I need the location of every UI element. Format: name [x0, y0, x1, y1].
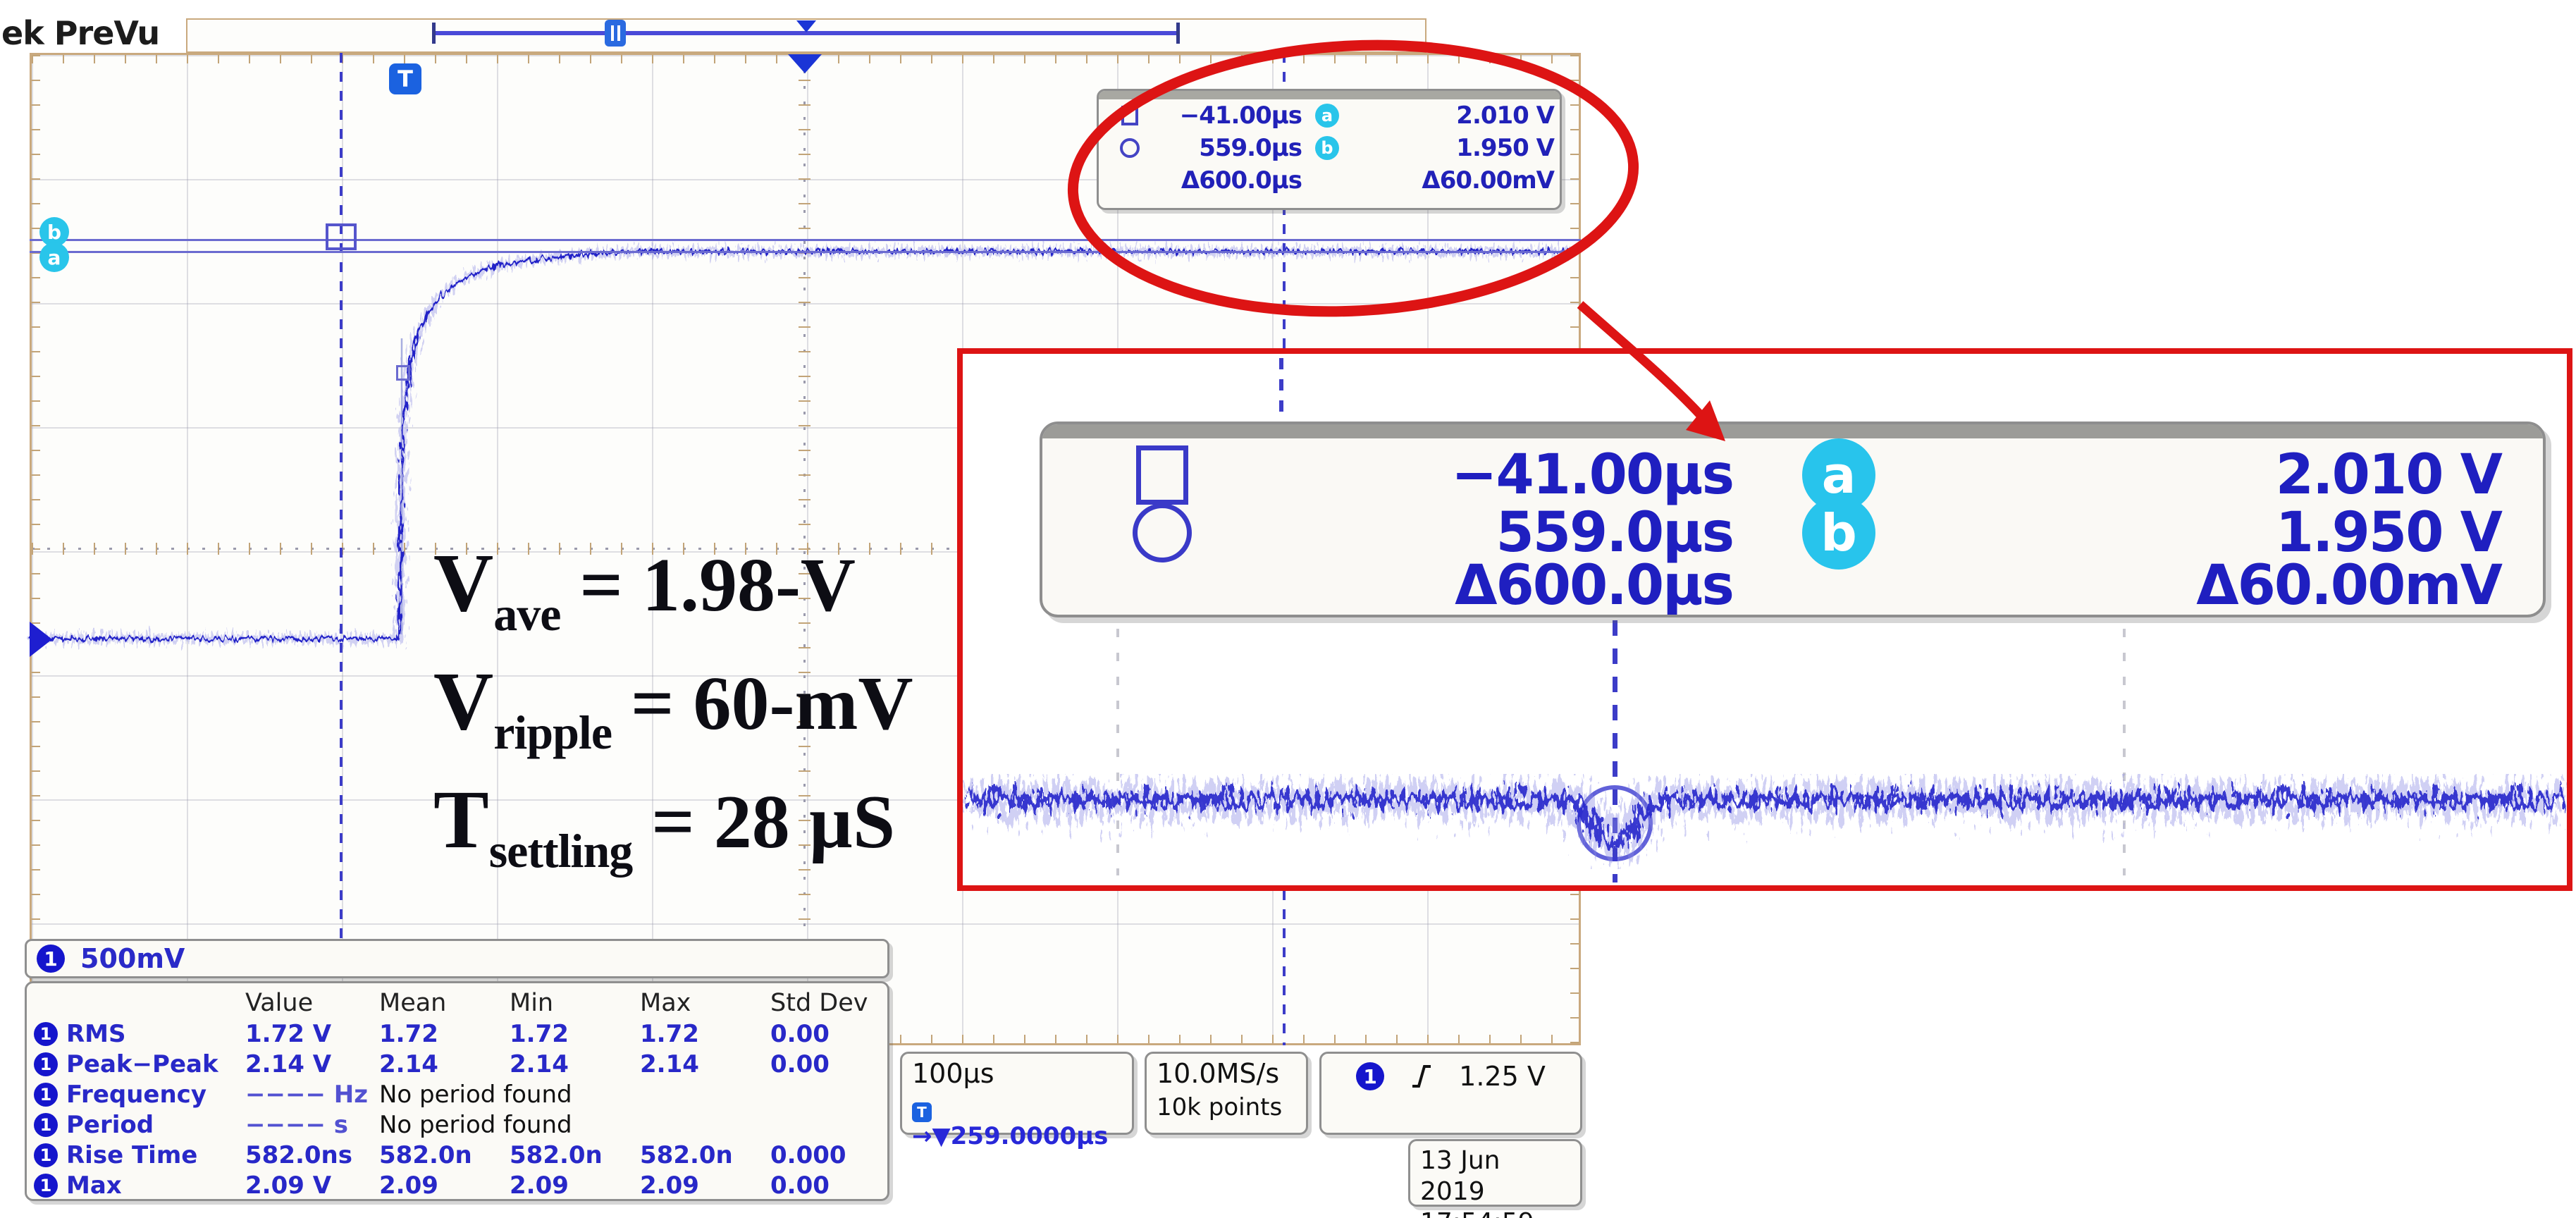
inset-cursor-a-volt: 2.010 V: [1945, 443, 2501, 507]
timebase-scale: 100µs: [912, 1058, 1122, 1089]
col-mean: Mean: [379, 989, 510, 1017]
col-min: Min: [510, 989, 640, 1017]
circle-cursor-icon: [1120, 138, 1140, 158]
channel1-badge: 1: [34, 1113, 58, 1137]
inset-cursor-delta-time: Δ600.0µs: [1282, 554, 1733, 617]
channel1-badge: 1: [34, 1174, 58, 1198]
time-label: 17:54:59: [1420, 1207, 1570, 1218]
cursor-b-volt: 1.950 V: [1352, 134, 1554, 162]
trigger-box: 1 1.25 V: [1319, 1052, 1582, 1135]
square-cursor-icon: [1121, 106, 1138, 125]
col-stddev: Std Dev: [770, 989, 876, 1017]
zoom-window-handle-icon: [605, 20, 626, 47]
inset-cursor-delta-volt: Δ60.00mV: [1945, 554, 2501, 617]
col-value: Value: [245, 989, 379, 1017]
record-length: 10k points: [1157, 1093, 1296, 1121]
cursor-a-badge: a: [39, 242, 69, 272]
datetime-box: 13 Jun 2019 17:54:59: [1408, 1139, 1582, 1207]
zoom-inset: −41.00µs a 2.010 V 559.0µs b 1.950 V Δ60…: [957, 348, 2572, 891]
sample-rate: 10.0MS/s: [1157, 1058, 1296, 1089]
inset-cursor-readout-box: −41.00µs a 2.010 V 559.0µs b 1.950 V Δ60…: [1040, 422, 2546, 617]
annotation-text: Vave = 1.98-V Vripple = 60-mV Tsettling …: [433, 530, 913, 885]
edge-cursor-marker-icon: [396, 365, 410, 381]
channel1-badge: 1: [34, 1022, 58, 1046]
table-row: 1Rise Time 582.0ns 582.0n 582.0n 582.0n …: [34, 1140, 887, 1170]
timebase-delay: T→▼259.0000µs: [912, 1093, 1122, 1150]
zoom-window-right-bracket: [1176, 23, 1180, 44]
channel1-position-icon: [30, 622, 52, 657]
inset-cursor-vline-top: [1279, 358, 1283, 423]
inset-circle-cursor-marker-icon: [1577, 785, 1653, 861]
badge-b-icon: b: [1315, 136, 1339, 160]
cursor-a-vline: [340, 53, 343, 1045]
table-row: 1Period −−−− s No period found: [34, 1109, 887, 1140]
col-max: Max: [640, 989, 770, 1017]
cursor-b-hline: [30, 239, 1581, 241]
trigger-t-icon: T: [389, 63, 421, 94]
channel1-badge: 1: [37, 945, 65, 973]
trigger-channel-badge: 1: [1356, 1062, 1384, 1090]
measurement-table: Value Mean Min Max Std Dev 1RMS 1.72 V 1…: [25, 981, 889, 1201]
badge-a-icon: a: [1315, 104, 1339, 128]
inset-gridline: [1116, 629, 1119, 875]
oscilloscope-screenshot: ek PreVu T b a: [0, 0, 2576, 1218]
trigger-position-icon: [788, 54, 822, 73]
trigger-position-bar-icon: [796, 20, 816, 32]
cursor-delta-volt: Δ60.00mV: [1352, 166, 1554, 195]
inset-cursor-readout-titlebar: [1042, 424, 2543, 438]
delay-arrows-icon: →▼: [912, 1122, 951, 1150]
channel1-badge: 1: [34, 1052, 58, 1076]
zoom-window-left-bracket: [432, 23, 436, 44]
table-row: 1RMS 1.72 V 1.72 1.72 1.72 0.00: [34, 1019, 887, 1049]
inset-gridline: [2123, 629, 2126, 875]
channel1-scale: 500mV: [80, 943, 185, 974]
inset-cursor-a-time: −41.00µs: [1282, 443, 1733, 507]
square-cursor-marker-icon: [326, 223, 357, 250]
trigger-level: 1.25 V: [1459, 1061, 1546, 1092]
table-row: 1Peak−Peak 2.14 V 2.14 2.14 2.14 0.00: [34, 1049, 887, 1079]
annotation-vripple: Vripple = 60-mV: [433, 648, 913, 767]
table-row: 1Frequency −−−− Hz No period found: [34, 1079, 887, 1109]
cursor-a-volt: 2.010 V: [1352, 102, 1554, 130]
cursor-a-time: −41.00µs: [1152, 102, 1302, 130]
cursor-readout-box: −41.00µs a 2.010 V 559.0µs b 1.950 V Δ60…: [1097, 89, 1562, 210]
date-label: 13 Jun 2019: [1420, 1145, 1570, 1207]
acquisition-box: 10.0MS/s 10k points: [1145, 1052, 1308, 1135]
circle-cursor-icon: [1133, 503, 1192, 562]
channel1-badge: 1: [34, 1083, 58, 1107]
table-row: 1Max 2.09 V 2.09 2.09 2.09 0.00: [34, 1170, 887, 1200]
cursor-delta-time: Δ600.0µs: [1152, 166, 1302, 195]
channel-scale-bar: 1 500mV: [25, 939, 889, 978]
timebase-box: 100µs T→▼259.0000µs: [900, 1052, 1134, 1135]
cursor-readout-titlebar: [1099, 91, 1560, 99]
annotation-vave: Vave = 1.98-V: [433, 530, 913, 648]
annotation-tsettling: Tsettling = 28 µS: [433, 767, 913, 885]
rising-edge-icon: [1410, 1062, 1434, 1090]
square-cursor-icon: [1136, 445, 1188, 505]
cursor-b-time: 559.0µs: [1152, 134, 1302, 162]
channel1-badge: 1: [34, 1143, 58, 1167]
cursor-a-hline: [30, 251, 1581, 253]
brand-label: ek PreVu: [1, 14, 159, 52]
measurement-header-row: Value Mean Min Max Std Dev: [34, 988, 887, 1019]
badge-b-icon: b: [1802, 496, 1875, 570]
trigger-t-mini-icon: T: [912, 1102, 932, 1122]
